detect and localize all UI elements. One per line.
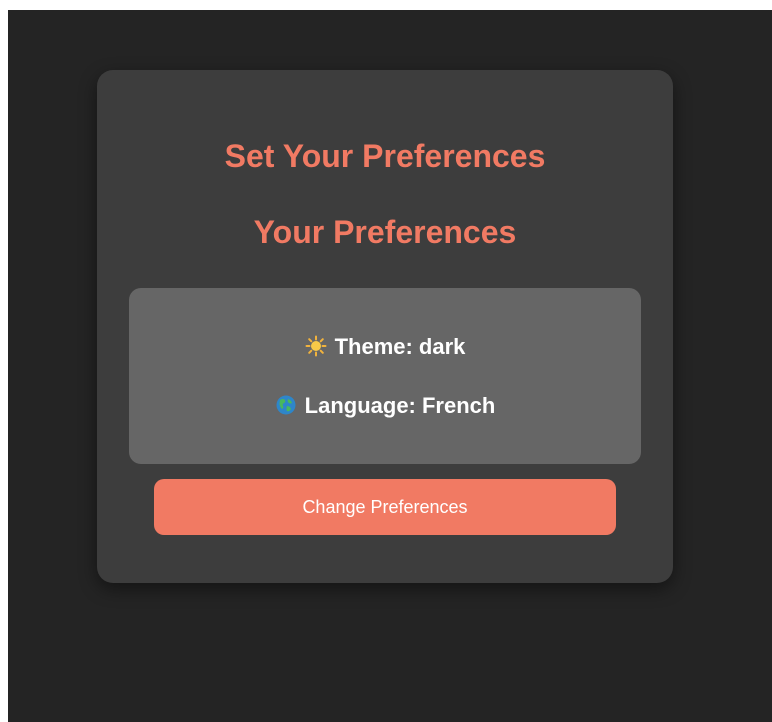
globe-icon xyxy=(275,394,297,416)
section-title: Your Preferences xyxy=(253,214,517,250)
language-label: Language: French xyxy=(304,393,496,418)
preferences-summary: Theme: dark Language: French xyxy=(129,288,641,464)
language-preference: Language: French xyxy=(129,391,641,421)
sun-icon xyxy=(305,335,327,357)
page-title: Set Your Preferences xyxy=(224,138,546,174)
theme-preference: Theme: dark xyxy=(129,332,641,362)
preferences-card: Set Your Preferences Your Preferences Th… xyxy=(97,70,673,583)
theme-label: Theme: dark xyxy=(334,334,466,359)
change-preferences-button[interactable]: Change Preferences xyxy=(154,479,616,535)
app-viewport: Set Your Preferences Your Preferences Th… xyxy=(8,10,772,722)
